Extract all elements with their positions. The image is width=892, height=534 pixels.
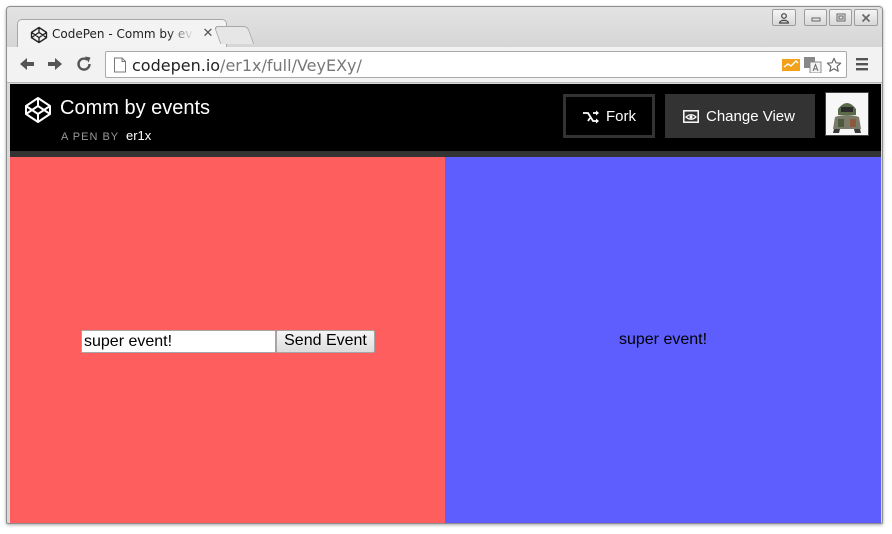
browser-toolbar: codepen.io/er1x/full/VeyEXy/ — [7, 47, 882, 83]
pen-title: Comm by events — [60, 97, 211, 119]
back-arrow-icon[interactable] — [17, 54, 37, 74]
close-icon — [861, 13, 871, 23]
url-host: codepen.io — [132, 56, 221, 75]
browser-window: CodePen - Comm by events ✕ — [6, 6, 883, 524]
change-view-button[interactable]: Change View — [665, 94, 815, 138]
reload-icon[interactable] — [74, 54, 94, 74]
codepen-favicon-icon — [30, 26, 48, 44]
user-icon — [778, 13, 790, 24]
minimize-icon — [811, 17, 820, 22]
codepen-logo-icon[interactable] — [24, 96, 52, 124]
change-view-label: Change View — [706, 108, 795, 125]
maximize-icon — [836, 13, 845, 22]
sender-pane: super event! Send Event — [10, 157, 445, 523]
codepen-header: Comm by events A PEN BY er1x Fork Change… — [10, 84, 881, 151]
author-link[interactable]: er1x — [126, 128, 151, 143]
received-event-text: super event! — [618, 331, 708, 348]
forward-arrow-icon[interactable] — [45, 54, 65, 74]
translate-icon[interactable] — [804, 57, 822, 73]
fork-label: Fork — [606, 108, 636, 125]
url-path: /er1x/full/VeyEXy/ — [220, 56, 362, 75]
browser-tab[interactable]: CodePen - Comm by events ✕ — [17, 19, 227, 49]
receiver-pane: super event! — [445, 157, 881, 523]
user-avatar[interactable] — [825, 92, 869, 136]
new-tab-button[interactable] — [213, 26, 255, 44]
address-bar[interactable]: codepen.io/er1x/full/VeyEXy/ — [105, 51, 847, 78]
event-text-input[interactable]: super event! — [81, 330, 276, 353]
bookmark-star-icon[interactable] — [825, 57, 843, 73]
fork-button[interactable]: Fork — [563, 94, 655, 138]
menu-icon[interactable] — [854, 56, 870, 72]
send-event-button[interactable]: Send Event — [276, 330, 375, 353]
profile-button[interactable] — [772, 9, 796, 26]
minimize-button[interactable] — [804, 9, 827, 26]
url-text: codepen.io/er1x/full/VeyEXy/ — [132, 56, 362, 75]
chart-extension-icon[interactable] — [782, 57, 800, 73]
pen-byline: A PEN BY er1x — [61, 128, 151, 143]
byline-label: A PEN BY — [61, 131, 119, 143]
page-icon — [114, 57, 126, 73]
close-window-button[interactable] — [854, 9, 878, 26]
tab-strip: CodePen - Comm by events ✕ — [7, 7, 882, 49]
tab-title-fade — [168, 22, 194, 46]
fork-icon — [583, 110, 599, 124]
avatar-image — [826, 93, 868, 135]
eye-window-icon — [683, 110, 699, 123]
tab-close-icon[interactable]: ✕ — [200, 26, 216, 42]
maximize-button[interactable] — [829, 9, 852, 26]
